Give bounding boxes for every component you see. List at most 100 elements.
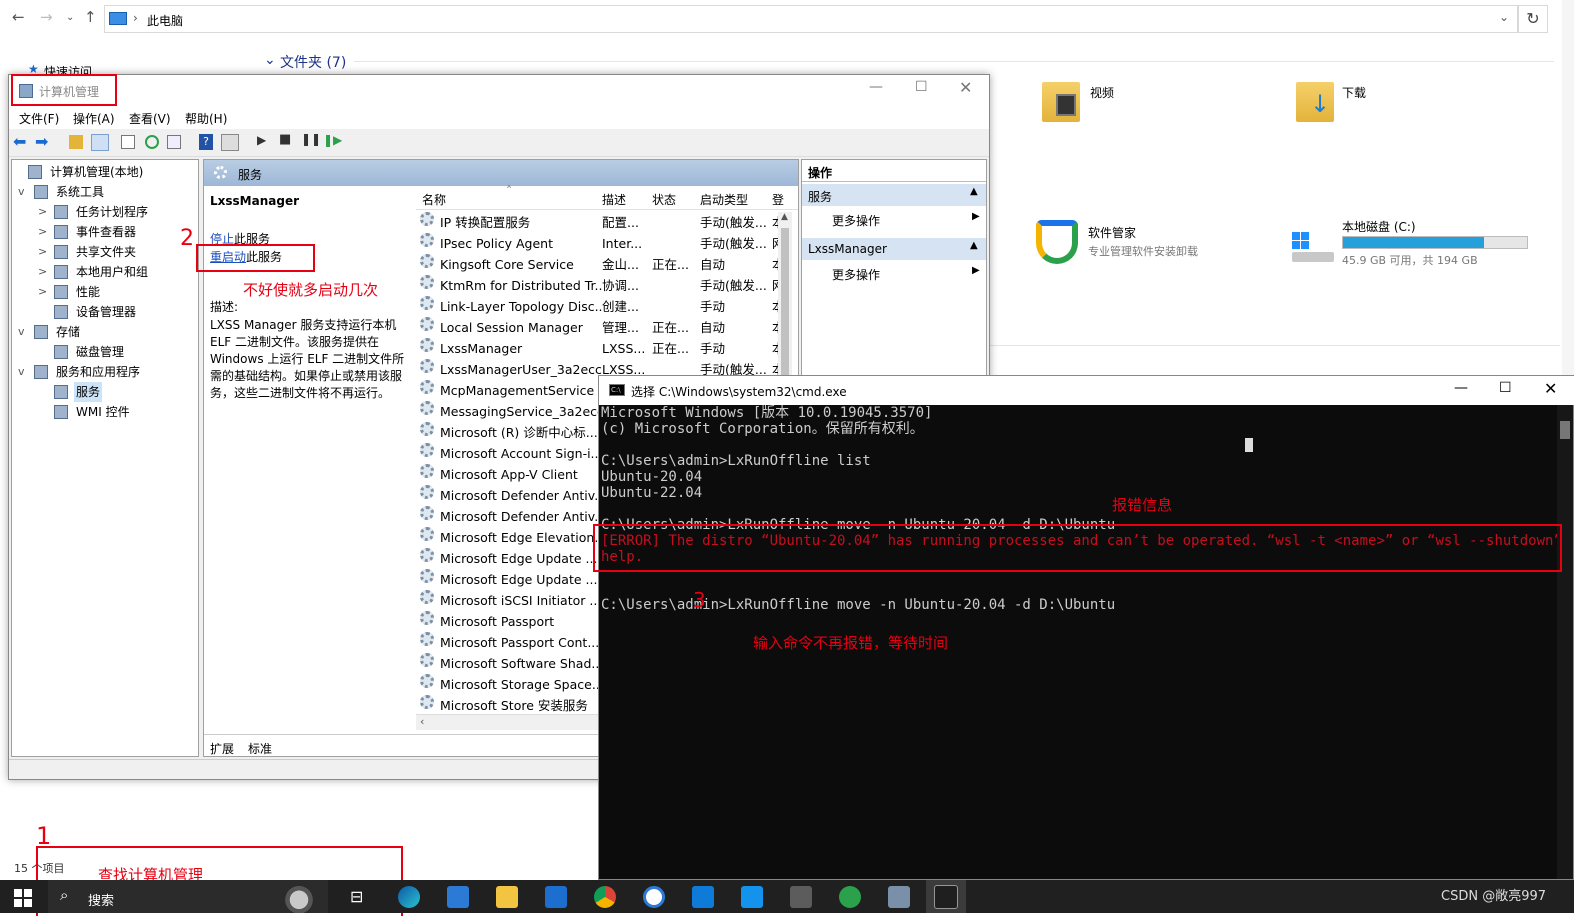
back-arrow-icon[interactable]: ⬅ [13,132,26,151]
actions-section-lxssmanager[interactable]: LxssManager ▲ [802,238,986,260]
refresh-icon[interactable] [145,135,159,149]
folder-item-download[interactable]: ↓ 下载 [1294,80,1494,124]
disk-management-icon [54,345,68,359]
service-gear-icon [420,611,434,625]
software-manager-icon[interactable] [839,886,861,908]
table-cell: Local Session Manager [440,320,583,335]
edge-icon[interactable] [398,886,420,908]
menu-help[interactable]: 帮助(H) [185,110,227,127]
minimize-icon[interactable]: — [1454,380,1468,396]
collapse-up-icon[interactable]: ▲ [970,240,978,251]
forward-arrow-icon[interactable]: → [40,8,53,26]
service-gear-icon [420,380,434,394]
more-actions-item[interactable]: 更多操作 ▶ [802,262,986,284]
play-icon[interactable]: ▶ [257,133,266,147]
local-disk-c-item[interactable]: 本地磁盘 (C:) 45.9 GB 可用，共 194 GB [1290,214,1540,270]
folders-header[interactable]: 文件夹 (7) [280,52,346,72]
table-row[interactable]: IP 转换配置服务配置...手动(触发...本 [416,212,798,233]
chevron-down-icon[interactable]: v [18,182,30,202]
console-icon[interactable] [221,134,239,151]
chevron-right-icon[interactable]: > [38,222,50,242]
vscode-icon[interactable] [692,886,714,908]
title-bar: 计算机管理 — ☐ ✕ [9,75,989,107]
table-cell: 正在... [652,257,689,272]
table-row[interactable]: IPsec Policy AgentInter...手动(触发...网 [416,233,798,254]
menu-action[interactable]: 操作(A) [73,110,115,127]
table-row[interactable]: KtmRm for Distributed Tr... 协调... 手动(触发...… [416,275,798,296]
export-icon[interactable] [167,135,181,149]
properties-icon[interactable] [121,135,135,149]
pause-icon[interactable]: ❚❚ [301,132,321,146]
store-icon[interactable] [447,886,469,908]
maximize-icon[interactable]: ☐ [915,79,928,95]
minimize-icon[interactable]: — [869,79,883,95]
refresh-icon[interactable]: ↻ [1518,5,1548,33]
up-folder-icon[interactable] [69,135,83,149]
video-folder-icon [1042,82,1080,122]
more-actions-item[interactable]: 更多操作 ▶ [802,208,986,230]
file-explorer-icon[interactable] [496,886,518,908]
address-bar[interactable]: › 此电脑 ⌄ [104,5,1518,33]
chrome-icon[interactable] [594,886,616,908]
chevron-right-icon[interactable]: > [38,282,50,302]
taskbar-search-box[interactable]: ⌕ 搜索 [48,880,328,913]
table-cell: IPsec Policy Agent [440,236,553,251]
close-icon[interactable]: ✕ [959,78,972,97]
column-status[interactable]: 状态 [652,191,676,208]
table-cell: IP 转换配置服务 [440,215,531,230]
app-installer-icon[interactable] [643,886,665,908]
computer-management-icon[interactable] [888,886,910,908]
chevron-down-icon[interactable]: v [18,322,30,342]
forward-arrow-icon[interactable]: ➡ [35,132,48,151]
hard-disk-icon [1292,232,1334,262]
chevron-right-icon[interactable]: > [38,202,50,222]
services-icon [214,166,227,179]
restart-icon[interactable]: ❚▶ [323,133,342,147]
menu-file[interactable]: 文件(F) [19,110,59,127]
table-cell: LxssManagerUser_3a2ecc [440,362,602,377]
task-view-icon[interactable]: ⊟ [350,887,363,906]
column-startup-type[interactable]: 启动类型 [700,191,748,208]
toolbar: ⬅ ➡ ? ▶ ■ ❚❚ ❚▶ [9,129,989,157]
maximize-icon[interactable]: ☐ [1499,380,1512,396]
service-gear-icon [420,338,434,352]
tab-standard[interactable]: 标准 [248,740,272,756]
chevron-down-icon[interactable]: ⌄ [1499,10,1509,24]
table-cell: Microsoft Defender Antiv... [440,488,602,503]
back-arrow-icon[interactable]: ← [12,8,25,26]
windows-start-icon[interactable] [14,889,32,907]
task-scheduler-icon [54,205,68,219]
collapse-up-icon[interactable]: ▲ [970,186,978,197]
wps-icon[interactable] [741,886,763,908]
chevron-right-icon[interactable]: > [38,242,50,262]
cmd-scrollbar[interactable] [1557,405,1573,879]
table-row[interactable]: LxssManagerLXSS...正在...手动本 [416,338,798,359]
column-description[interactable]: 描述 [602,191,626,208]
chevron-down-icon[interactable]: v [18,362,30,382]
annotation-number-3: 3 [693,588,706,612]
tab-extended[interactable]: 扩展 [210,740,234,756]
console-output[interactable]: Microsoft Windows [版本 10.0.19045.3570] (c… [599,405,1557,879]
menu-view[interactable]: 查看(V) [129,110,171,127]
table-row[interactable]: Local Session Manager管理...正在...自动本 [416,317,798,338]
close-icon[interactable]: ✕ [1544,379,1557,398]
snipping-tool-icon[interactable] [790,886,812,908]
chevron-down-icon[interactable]: ⌄ [264,52,276,68]
chevron-right-icon[interactable]: > [38,262,50,282]
stop-icon[interactable]: ■ [279,132,291,147]
up-arrow-icon[interactable]: ↑ [84,8,97,26]
software-manager-item[interactable]: 软件管家 专业管理软件安装卸载 [1034,220,1254,266]
table-row[interactable]: Kingsoft Core Service金山...正在...自动本 [416,254,798,275]
column-logon[interactable]: 登 [772,191,784,208]
mail-icon[interactable] [545,886,567,908]
table-row[interactable]: Link-Layer Topology Disc...创建...手动本 [416,296,798,317]
actions-section-services[interactable]: 服务 ▲ [802,184,986,206]
column-name[interactable]: 名称 [422,191,446,208]
folder-item-video[interactable]: 视频 [1040,80,1240,124]
recent-chevron-icon[interactable]: ⌄ [66,12,74,23]
event-viewer-icon [54,225,68,239]
help-icon[interactable]: ? [199,134,213,150]
table-cell: McpManagementService [440,383,595,398]
console-line: C:\Users\admin>LxRunOffline move -n Ubun… [601,597,1116,613]
show-hide-tree-icon[interactable] [91,134,109,151]
